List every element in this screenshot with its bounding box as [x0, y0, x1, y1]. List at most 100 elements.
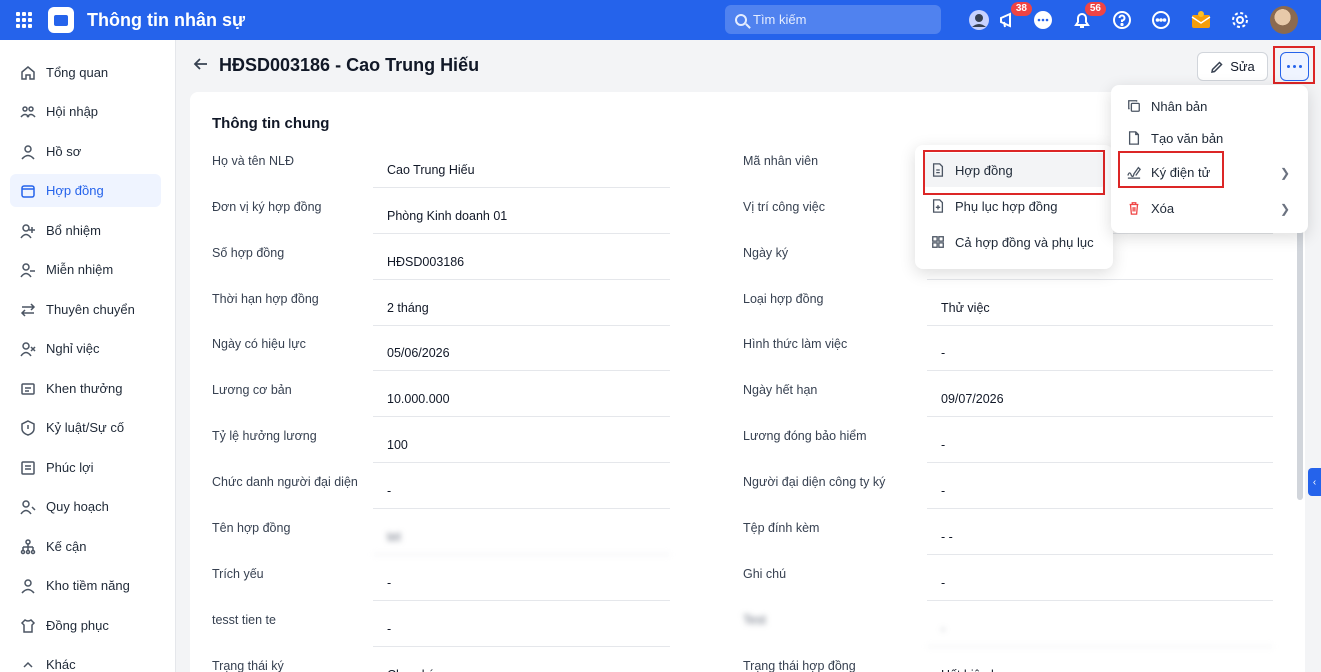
field-value: Hết hiệu lực: [927, 657, 1273, 672]
field-label: Ghi chú: [743, 567, 787, 581]
succession-icon: [20, 538, 36, 555]
sidebar-item-14[interactable]: Kho tiềm năng: [10, 569, 161, 602]
welfare-icon: [20, 460, 36, 476]
sidebar-item-label: Kho tiềm năng: [46, 578, 130, 593]
sidebar-item-1[interactable]: Tổng quan: [10, 56, 161, 89]
more-menu-item-1[interactable]: Nhân bản: [1119, 89, 1300, 123]
avatar[interactable]: [1270, 6, 1298, 34]
sidebar-item-label: Hợp đồng: [46, 183, 104, 198]
sidebar-item-label: Thuyên chuyển: [46, 302, 135, 317]
field-label: Tên hợp đồng: [212, 521, 291, 535]
sidebar-item-label: Quy hoạch: [46, 499, 109, 514]
app-grid-icon[interactable]: [16, 12, 32, 28]
submenu-item-3[interactable]: Cả hợp đồng và phụ lục: [923, 225, 1105, 259]
field-label: Test: [743, 613, 766, 627]
field-label: Trạng thái hợp đồng: [743, 659, 856, 672]
ellipsis-icon: [1287, 65, 1302, 68]
sidebar-item-8[interactable]: Nghỉ việc: [10, 332, 161, 365]
sidebar-item-2[interactable]: Hội nhập: [10, 95, 161, 128]
more-menu-item-3[interactable]: Ký điện tử ❯: [1119, 155, 1300, 189]
help-icon[interactable]: [1110, 8, 1134, 32]
field-label: Mã nhân viên: [743, 154, 819, 168]
field-value: Thử việc: [927, 290, 1273, 326]
more-menu-item-label: Nhân bản: [1151, 98, 1208, 114]
sidebar-item-7[interactable]: Thuyên chuyển: [10, 293, 161, 326]
announcement-badge: 38: [1010, 2, 1032, 16]
onboarding-icon: [20, 104, 36, 120]
edit-button-label: Sửa: [1230, 59, 1255, 74]
field-label: Họ và tên NLĐ: [212, 154, 294, 168]
announcement-icon[interactable]: 38: [996, 2, 1032, 32]
field-label: Ngày hết hạn: [743, 383, 818, 397]
user-switch-icon[interactable]: [967, 8, 991, 32]
field-label: Trạng thái ký: [212, 659, 284, 672]
sidebar-item-4[interactable]: Hợp đồng: [10, 174, 161, 207]
grid-icon: [931, 235, 945, 249]
app-logo: [48, 7, 74, 33]
submenu-item-1[interactable]: Hợp đồng: [923, 153, 1105, 187]
sidebar-item-12[interactable]: Quy hoạch: [10, 490, 161, 523]
signature-icon: [1127, 165, 1141, 179]
search-input[interactable]: Tìm kiếm: [725, 5, 941, 34]
sidebar-item-label: Hội nhập: [46, 104, 99, 119]
contract-doc-icon: [931, 163, 945, 177]
talent-pool-icon: [20, 578, 36, 594]
settings-icon[interactable]: [1228, 8, 1252, 32]
sidebar-item-label: Miễn nhiệm: [46, 262, 114, 277]
submenu-item-label: Cả hợp đồng và phụ lục: [955, 234, 1094, 250]
search-icon: [735, 13, 747, 26]
more-apps-icon[interactable]: [1149, 8, 1173, 32]
sidebar-item-13[interactable]: Kế cận: [10, 530, 161, 563]
sidebar-item-9[interactable]: Khen thưởng: [10, 372, 161, 405]
field-label: Hình thức làm việc: [743, 337, 848, 351]
sidebar-item-10[interactable]: Kỷ luật/Sự cố: [10, 411, 161, 444]
copy-icon: [1127, 99, 1141, 113]
field-label: Chức danh người đại diện: [212, 475, 358, 489]
edit-button[interactable]: Sửa: [1197, 52, 1268, 81]
sidebar-item-15[interactable]: Đồng phục: [10, 609, 161, 642]
bell-badge: 56: [1084, 2, 1106, 16]
field-value: Cao Trung Hiếu: [373, 152, 670, 188]
field-value: 10.000.000: [373, 381, 670, 417]
resign-icon: [20, 341, 36, 357]
field-label: tesst tien te: [212, 613, 276, 627]
collapse-panel-handle[interactable]: ‹: [1308, 468, 1321, 496]
section-title: Thông tin chung: [212, 115, 330, 132]
sidebar-item-6[interactable]: Miễn nhiệm: [10, 253, 161, 286]
sidebar-item-3[interactable]: Hồ sơ: [10, 135, 161, 168]
field-label: Tỷ lệ hưởng lương: [212, 429, 317, 443]
sidebar: Tổng quan Hội nhập Hồ sơ Hợp đồng Bổ nhiệm Mi…: [0, 40, 176, 672]
scrollbar[interactable]: [1297, 220, 1303, 500]
sidebar-item-label: Kỷ luật/Sự cố: [46, 420, 125, 435]
field-value: -: [927, 473, 1273, 509]
more-menu-item-label: Xóa: [1151, 200, 1175, 216]
more-menu-item-label: Ký điện tử: [1151, 164, 1211, 180]
field-value: -: [373, 565, 670, 601]
field-value: -: [373, 473, 670, 509]
submenu-item-2[interactable]: Phụ lục hợp đồng: [923, 189, 1105, 223]
field-label: Người đại diện công ty ký: [743, 475, 886, 489]
sidebar-item-label: Khác: [46, 657, 76, 672]
bell-icon[interactable]: 56: [1070, 2, 1106, 32]
more-menu-item-4[interactable]: Xóa ❯: [1119, 191, 1300, 225]
more-menu-item-2[interactable]: Tạo văn bản: [1119, 121, 1300, 155]
mail-icon[interactable]: [1189, 8, 1213, 32]
field-label: Lương cơ bản: [212, 383, 292, 397]
sidebar-item-11[interactable]: Phúc lợi: [10, 451, 161, 484]
chat-icon[interactable]: [1031, 8, 1055, 32]
appendix-icon: [931, 199, 945, 213]
sidebar-item-label: Phúc lợi: [46, 460, 94, 475]
submenu-item-label: Phụ lục hợp đồng: [955, 198, 1058, 214]
field-value: -: [927, 565, 1273, 601]
sidebar-item-16[interactable]: Khác: [10, 648, 161, 672]
field-value: 2 tháng: [373, 290, 670, 326]
field-value: Chưa ký: [373, 657, 670, 672]
field-label: Vị trí công việc: [743, 200, 825, 214]
more-actions-button[interactable]: [1280, 52, 1309, 81]
back-arrow-icon[interactable]: [193, 56, 209, 74]
discipline-icon: [20, 419, 36, 436]
field-value: -: [927, 611, 1273, 647]
field-label: Số hợp đồng: [212, 246, 285, 260]
trash-icon: [1127, 201, 1141, 215]
sidebar-item-5[interactable]: Bổ nhiệm: [10, 214, 161, 247]
